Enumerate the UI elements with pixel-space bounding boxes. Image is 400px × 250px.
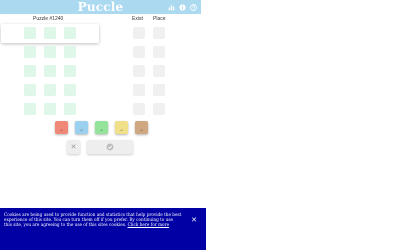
guess-cell: [24, 84, 36, 96]
place-cell: [153, 65, 165, 77]
guess-cell: [44, 46, 56, 58]
help-icon[interactable]: [190, 4, 197, 11]
cookie-banner: Cookies are being used to provide functi…: [0, 208, 206, 250]
color-swatch-red[interactable]: ••: [55, 121, 68, 134]
cookie-more-link[interactable]: Click here for more: [128, 222, 169, 227]
puzzle-number: Puzzle #1240: [33, 16, 64, 22]
guess-cell: [24, 46, 36, 58]
guess-grid: [24, 27, 76, 115]
guess-cell: [64, 65, 76, 77]
guess-cell: [24, 65, 36, 77]
info-icon[interactable]: [179, 4, 186, 11]
exist-cell: [133, 103, 145, 115]
submit-button[interactable]: [87, 140, 133, 154]
color-swatch-blue[interactable]: ••: [75, 121, 88, 134]
color-swatch-brown[interactable]: ••: [135, 121, 148, 134]
clear-button[interactable]: ✕: [67, 140, 80, 154]
place-cell: [153, 46, 165, 58]
guess-cell: [64, 46, 76, 58]
feedback-grid: [133, 27, 165, 115]
color-swatch-green[interactable]: ••: [95, 121, 108, 134]
guess-cell[interactable]: [64, 27, 76, 39]
close-icon: ✕: [70, 143, 77, 151]
guess-cell: [44, 65, 56, 77]
guess-cell[interactable]: [44, 27, 56, 39]
place-cell: [153, 103, 165, 115]
exist-cell: [133, 46, 145, 58]
check-circle-icon: [106, 143, 114, 151]
color-swatch-yellow[interactable]: ••: [115, 121, 128, 134]
exist-cell: [133, 65, 145, 77]
color-palette: •• •• •• •• ••: [55, 121, 148, 134]
cookie-message: Cookies are being used to provide functi…: [4, 212, 182, 228]
stats-icon[interactable]: [168, 4, 175, 11]
cookie-close-icon[interactable]: ✕: [190, 216, 198, 224]
place-cell: [153, 27, 165, 39]
guess-cell: [24, 103, 36, 115]
header-icons: [168, 3, 197, 12]
exist-column-header: Exist: [132, 16, 143, 22]
guess-cell[interactable]: [24, 27, 36, 39]
guess-cell: [44, 103, 56, 115]
exist-cell: [133, 27, 145, 39]
guess-cell: [64, 103, 76, 115]
guess-cell: [44, 84, 56, 96]
place-column-header: Place: [153, 16, 166, 22]
exist-cell: [133, 84, 145, 96]
place-cell: [153, 84, 165, 96]
guess-cell: [64, 84, 76, 96]
